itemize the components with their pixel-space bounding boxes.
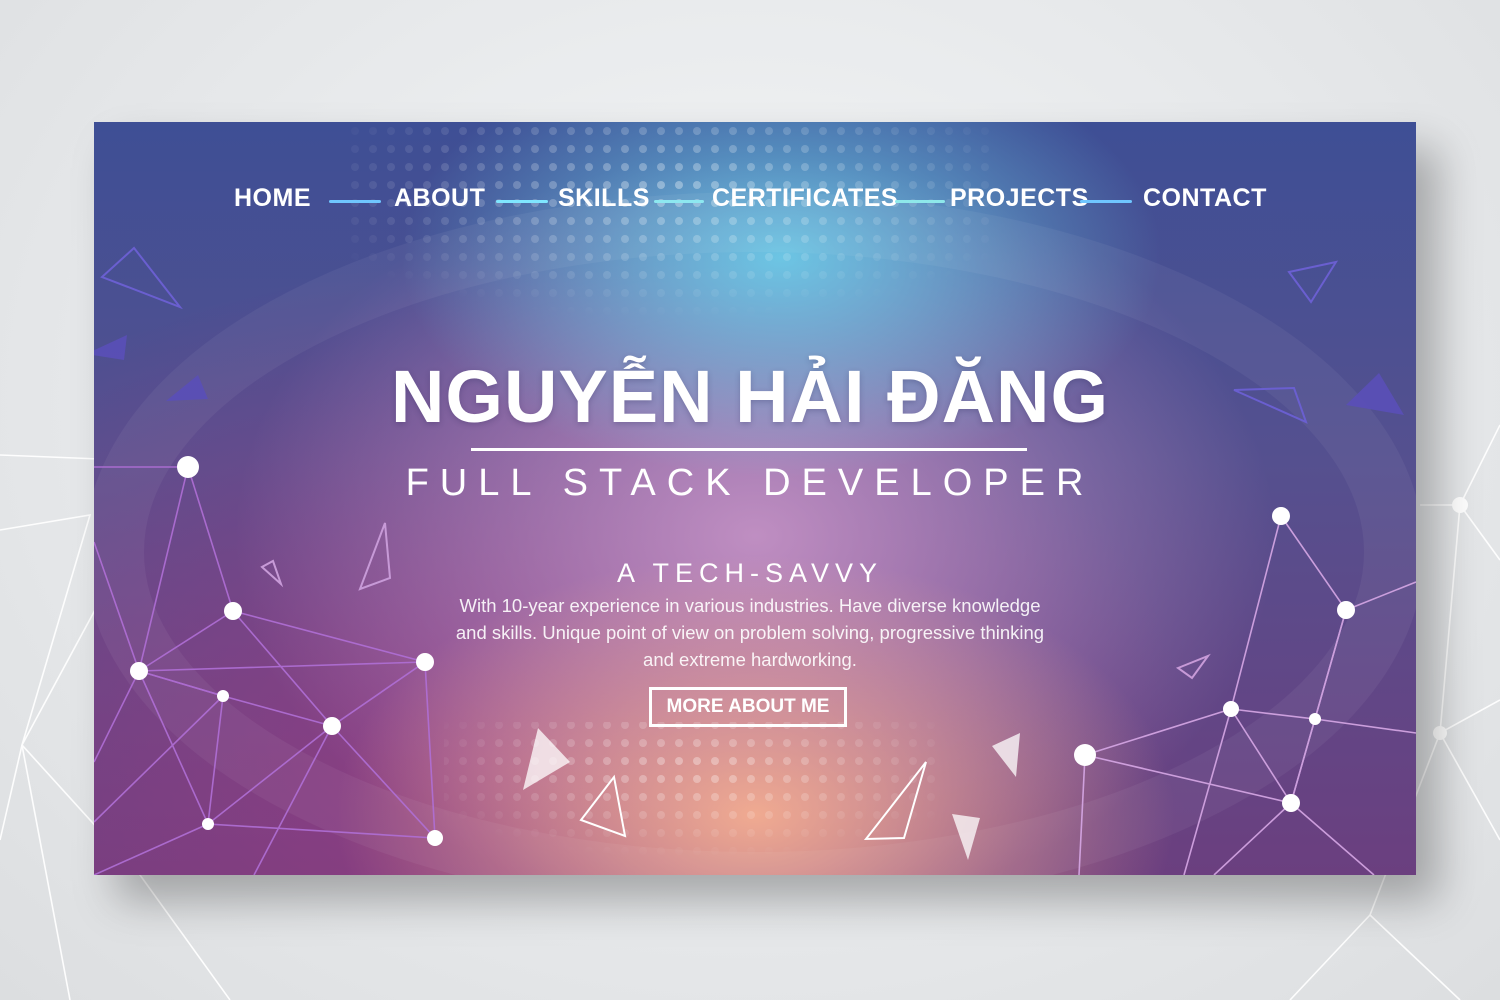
nav-divider xyxy=(329,200,381,203)
nav-contact[interactable]: CONTACT xyxy=(1143,184,1267,213)
nav-skills[interactable]: SKILLS xyxy=(558,184,650,213)
title-underline xyxy=(471,448,1027,451)
main-nav: HOME ABOUT SKILLS CERTIFICATES PROJECTS … xyxy=(94,184,1416,218)
hero-description: With 10-year experience in various indus… xyxy=(455,595,1045,670)
nav-projects[interactable]: PROJECTS xyxy=(950,184,1089,213)
hero-tagline: A TECH-SAVVY xyxy=(616,558,884,588)
hero-banner: HOME ABOUT SKILLS CERTIFICATES PROJECTS … xyxy=(94,122,1416,875)
nav-home[interactable]: HOME xyxy=(234,184,311,213)
nav-certificates[interactable]: CERTIFICATES xyxy=(712,184,898,213)
nav-divider xyxy=(654,200,704,203)
nav-divider xyxy=(496,200,548,203)
nav-divider xyxy=(1080,200,1132,203)
nav-divider xyxy=(895,200,945,203)
more-about-me-button[interactable]: MORE ABOUT ME xyxy=(649,687,847,727)
hero-name: NGUYỄN HẢI ĐĂNG xyxy=(390,355,1110,438)
nav-about[interactable]: ABOUT xyxy=(394,184,485,213)
hero-role: FULL STACK DEVELOPER xyxy=(405,462,1095,504)
